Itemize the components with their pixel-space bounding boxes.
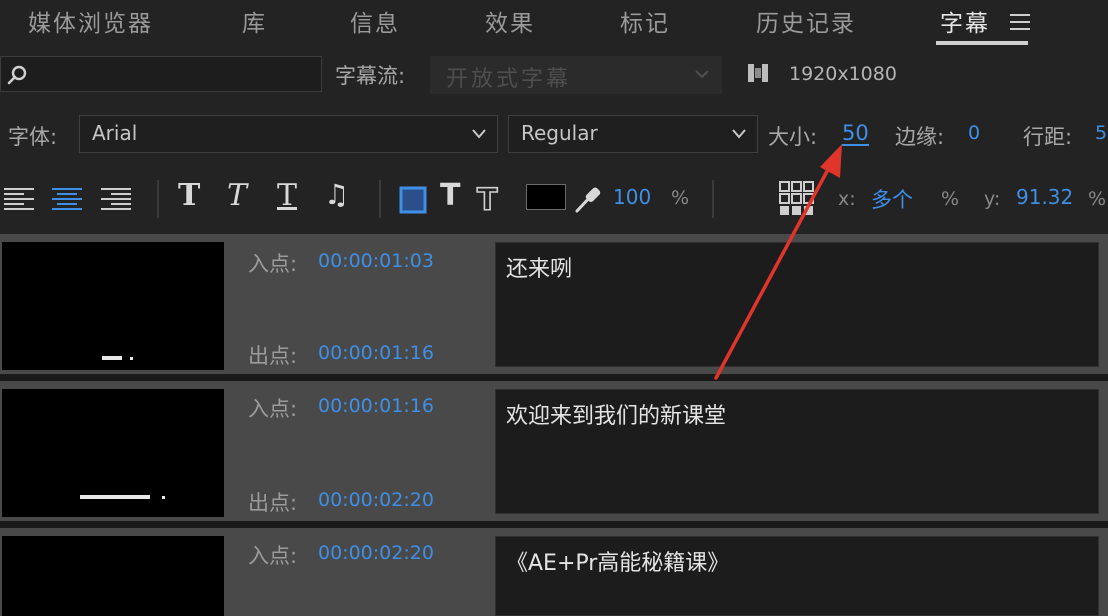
- tab-info[interactable]: 信息: [350, 4, 400, 38]
- caption-text-box[interactable]: 欢迎来到我们的新课堂: [495, 389, 1099, 514]
- y-unit: %: [1088, 188, 1107, 210]
- edge-value[interactable]: 0: [968, 122, 980, 144]
- x-unit: %: [941, 188, 960, 210]
- tab-history[interactable]: 历史记录: [756, 4, 856, 38]
- tab-library[interactable]: 库: [242, 4, 267, 38]
- caption-thumbnail: [2, 242, 224, 370]
- caption-text: 《AE+Pr高能秘籍课》: [506, 551, 730, 576]
- tab-captions[interactable]: 字幕: [940, 4, 990, 38]
- y-value[interactable]: 91.32: [1016, 185, 1073, 209]
- caption-text: 还来咧: [506, 257, 573, 282]
- eyedropper-icon: [575, 187, 601, 213]
- font-style-select[interactable]: Regular: [508, 115, 758, 153]
- font-family-select[interactable]: Arial: [79, 115, 498, 153]
- tab-media-browser[interactable]: 媒体浏览器: [28, 4, 153, 38]
- caption-text-box[interactable]: 《AE+Pr高能秘籍课》: [495, 536, 1099, 616]
- in-point-value[interactable]: 00:00:02:20: [318, 542, 434, 564]
- chevron-down-icon: [695, 70, 709, 79]
- caption-thumbnail: [2, 536, 224, 616]
- align-center-icon: [52, 188, 82, 210]
- bold-icon[interactable]: T: [178, 178, 200, 213]
- font-size-value[interactable]: 50: [842, 122, 869, 146]
- background-box-button[interactable]: [396, 182, 430, 216]
- tab-effects[interactable]: 效果: [485, 4, 535, 38]
- text-outline-icon: T: [476, 182, 499, 219]
- search-input[interactable]: [0, 56, 322, 92]
- y-label: y:: [984, 188, 1001, 210]
- font-label: 字体:: [8, 125, 58, 149]
- caption-stream-value: 开放式字幕: [446, 67, 572, 92]
- in-point-label: 入点:: [248, 544, 298, 568]
- svg-text:T: T: [477, 183, 498, 216]
- caption-row[interactable]: 入点: 00:00:01:03 出点: 00:00:01:16 还来咧: [0, 234, 1108, 374]
- position-grid-icon: [779, 181, 814, 215]
- align-left-icon: [4, 188, 34, 210]
- text-box-icon: [399, 186, 427, 214]
- in-point-value[interactable]: 00:00:01:16: [318, 395, 434, 417]
- resolution-text: 1920x1080: [789, 63, 897, 85]
- eyedropper-button[interactable]: [571, 182, 605, 216]
- edge-label: 边缘:: [895, 125, 945, 149]
- caption-stream-label: 字幕流:: [335, 64, 406, 88]
- out-point-value[interactable]: 00:00:01:16: [318, 342, 434, 364]
- frame-size-icon: [748, 64, 768, 82]
- caption-row[interactable]: 入点: 00:00:02:20 《AE+Pr高能秘籍课》: [0, 528, 1108, 616]
- chevron-down-icon: [472, 129, 486, 139]
- font-style-value: Regular: [521, 121, 598, 145]
- align-right-button[interactable]: [99, 182, 133, 216]
- tab-markers[interactable]: 标记: [620, 4, 670, 38]
- position-grid-button[interactable]: [778, 180, 816, 218]
- underline-icon[interactable]: T: [277, 178, 297, 213]
- line-spacing-value[interactable]: 5: [1095, 122, 1107, 144]
- color-swatch[interactable]: [526, 184, 566, 210]
- align-left-button[interactable]: [2, 182, 36, 216]
- panel-tab-bar: 媒体浏览器 库 信息 效果 标记 历史记录 字幕: [0, 0, 1108, 48]
- chevron-down-icon: [732, 129, 746, 139]
- italic-icon[interactable]: T: [227, 178, 247, 213]
- align-right-icon: [101, 188, 131, 210]
- music-note-icon[interactable]: ♫: [324, 178, 349, 211]
- align-center-button[interactable]: [50, 182, 84, 216]
- caption-row[interactable]: 入点: 00:00:01:16 出点: 00:00:02:20 欢迎来到我们的新…: [0, 381, 1108, 521]
- in-point-value[interactable]: 00:00:01:03: [318, 250, 434, 272]
- search-icon: [7, 65, 27, 85]
- out-point-value[interactable]: 00:00:02:20: [318, 489, 434, 511]
- in-point-label: 入点:: [248, 397, 298, 421]
- font-family-value: Arial: [92, 121, 138, 145]
- line-spacing-label: 行距:: [1023, 125, 1073, 149]
- text-color-icon[interactable]: T: [440, 178, 460, 213]
- caption-stream-select[interactable]: 开放式字幕: [430, 56, 722, 94]
- opacity-unit: %: [671, 187, 690, 209]
- active-tab-indicator: [936, 41, 1028, 45]
- opacity-value[interactable]: 100: [613, 185, 651, 209]
- toolbar-divider: [157, 180, 159, 218]
- in-point-label: 入点:: [248, 252, 298, 276]
- x-label: x:: [838, 188, 856, 210]
- out-point-label: 出点:: [248, 491, 298, 515]
- panel-menu-icon[interactable]: [1010, 14, 1030, 30]
- out-point-label: 出点:: [248, 344, 298, 368]
- outline-button[interactable]: T: [474, 182, 508, 219]
- caption-text-box[interactable]: 还来咧: [495, 242, 1099, 367]
- caption-text: 欢迎来到我们的新课堂: [506, 404, 727, 429]
- x-value[interactable]: 多个: [871, 184, 913, 214]
- toolbar-divider: [379, 180, 381, 218]
- caption-thumbnail: [2, 389, 224, 517]
- size-label: 大小:: [768, 125, 818, 149]
- toolbar-divider: [712, 180, 714, 218]
